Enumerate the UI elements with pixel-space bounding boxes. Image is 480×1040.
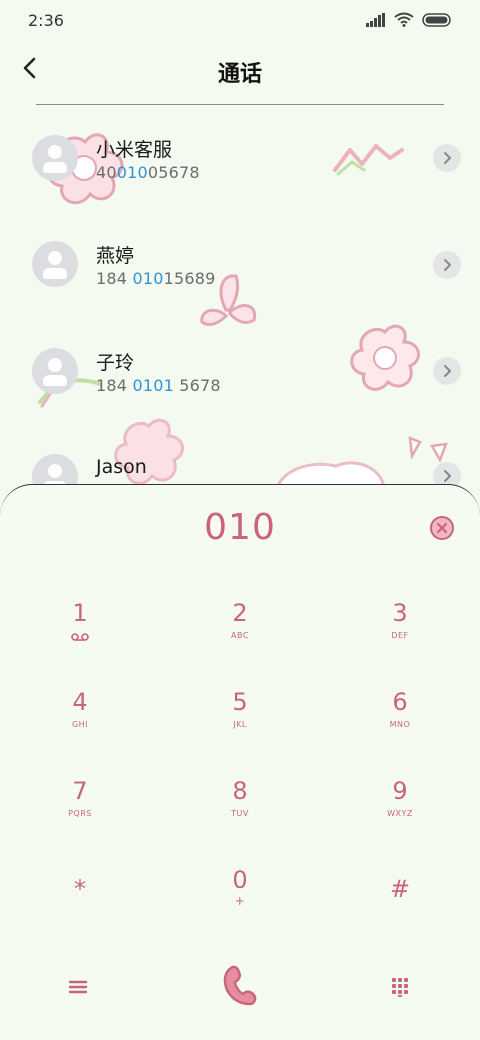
keypad-grid-icon (392, 978, 408, 997)
contact-detail-button[interactable] (433, 251, 461, 279)
app-header: 通话 (0, 44, 480, 100)
status-icons (366, 12, 452, 27)
matched-digits: 010 (132, 269, 164, 288)
phone-call-icon (223, 965, 257, 1006)
chevron-right-icon (444, 259, 451, 271)
voicemail-icon (71, 633, 89, 641)
avatar (32, 135, 78, 181)
signal-icon (366, 12, 385, 27)
status-bar: 2:36 (0, 0, 480, 40)
phone-screen: 2:36 通话 小米客服 4001005678 燕婷 184 01015689 … (0, 0, 480, 1040)
wifi-icon (394, 12, 414, 27)
avatar (32, 241, 78, 287)
contact-number: 184 01015689 (96, 269, 216, 288)
contact-number: 184 0101 5678 (96, 376, 221, 395)
contact-number: 4001005678 (96, 163, 200, 182)
delete-button[interactable] (429, 515, 455, 541)
matched-digits: 0101 (132, 376, 174, 395)
dialpad-panel: 010 1 2 ABC 3 DEF 4 GHI 5 JKL 6 MNO 7 PQ… (0, 484, 480, 1040)
header-divider (36, 104, 444, 105)
matched-digits: 010 (116, 163, 148, 182)
page-title: 通话 (217, 62, 262, 87)
chevron-right-icon (444, 470, 451, 482)
dial-key-2[interactable]: 2 ABC (180, 599, 300, 669)
contact-name: 燕婷 (96, 245, 135, 267)
dialed-number-display: 010 (204, 507, 276, 548)
avatar (32, 348, 78, 394)
contact-row[interactable]: 小米客服 4001005678 (0, 130, 480, 230)
dial-key-3[interactable]: 3 DEF (340, 599, 460, 669)
contact-detail-button[interactable] (433, 357, 461, 385)
contact-row[interactable]: 燕婷 184 01015689 (0, 237, 480, 337)
dial-key-hash[interactable]: # (340, 875, 460, 945)
keypad-toggle-button[interactable] (380, 969, 420, 1005)
contact-detail-button[interactable] (433, 144, 461, 172)
contact-row[interactable]: 子玲 184 0101 5678 (0, 344, 480, 444)
call-button[interactable] (214, 959, 266, 1011)
battery-icon (422, 12, 451, 27)
status-time: 2:36 (28, 11, 64, 30)
dial-key-9[interactable]: 9 WXYZ (340, 777, 460, 847)
dial-key-star[interactable]: * (20, 875, 140, 945)
dial-key-8[interactable]: 8 TUV (180, 777, 300, 847)
dial-key-0[interactable]: 0 + (180, 866, 300, 936)
dial-key-6[interactable]: 6 MNO (340, 688, 460, 758)
dial-key-1[interactable]: 1 (20, 599, 140, 669)
contact-name: 子玲 (96, 352, 135, 374)
dial-key-5[interactable]: 5 JKL (180, 688, 300, 758)
delete-backspace-icon (430, 516, 454, 540)
contact-name: 小米客服 (96, 139, 173, 161)
contact-name: Jason (96, 456, 147, 478)
menu-button[interactable] (58, 969, 98, 1005)
chevron-right-icon (444, 365, 451, 377)
chevron-right-icon (444, 152, 451, 164)
dial-key-4[interactable]: 4 GHI (20, 688, 140, 758)
menu-icon (68, 980, 88, 994)
dial-key-7[interactable]: 7 PQRS (20, 777, 140, 847)
